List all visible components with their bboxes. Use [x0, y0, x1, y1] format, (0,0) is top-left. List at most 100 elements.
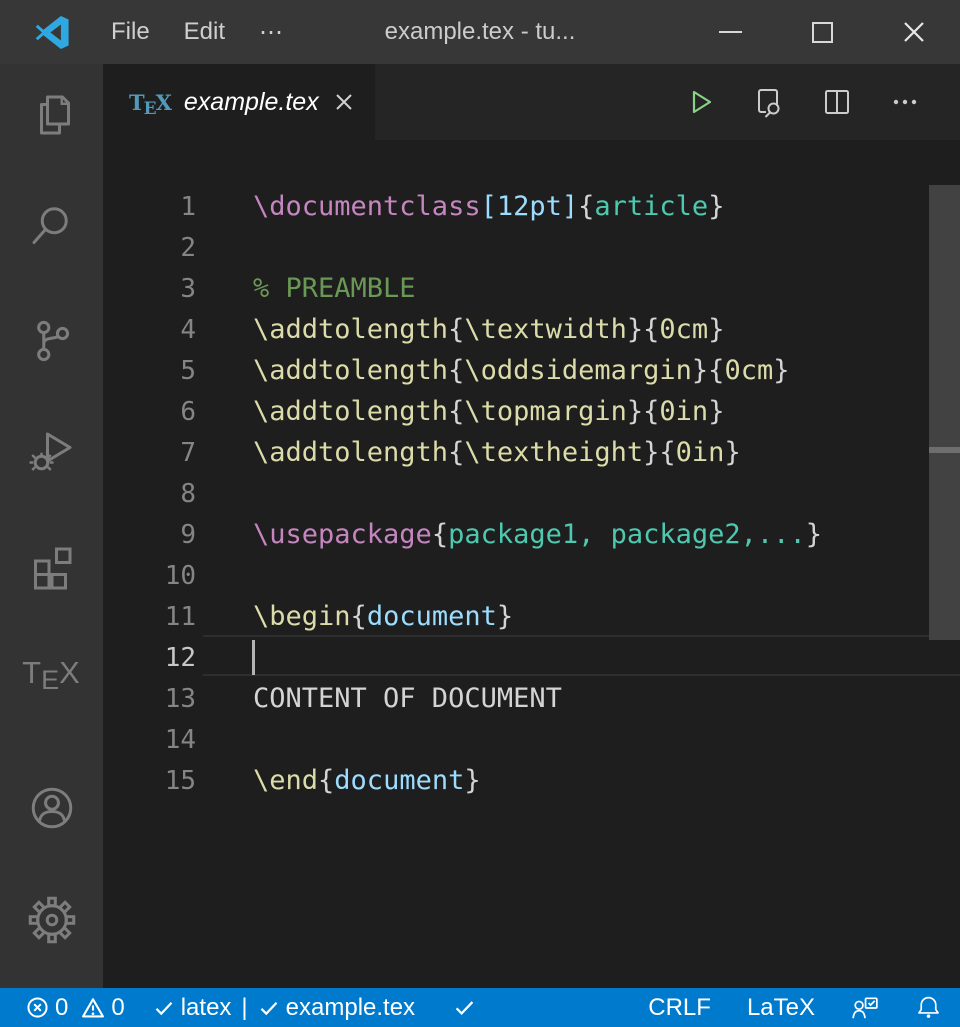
code-line[interactable]: 4\addtolength{\textwidth}{0cm}: [103, 309, 960, 350]
code-line[interactable]: 15\end{document}: [103, 760, 960, 801]
minimize-icon: [719, 31, 742, 33]
activity-bar: TEX: [0, 64, 103, 988]
line-code: \addtolength{\oddsidemargin}{0cm}: [196, 355, 789, 386]
code-line[interactable]: 6\addtolength{\topmargin}{0in}: [103, 391, 960, 432]
files-icon: [28, 91, 76, 139]
code-lines: 1\documentclass[12pt]{article}23% PREAMB…: [103, 186, 960, 801]
line-code: CONTENT OF DOCUMENT: [196, 683, 562, 714]
line-number: 2: [103, 233, 196, 263]
sidebar-item-run-debug[interactable]: [0, 424, 103, 480]
line-number: 8: [103, 479, 196, 509]
line-code: \end{document}: [196, 765, 481, 796]
search-icon: [28, 202, 76, 250]
sidebar-item-extensions[interactable]: [0, 539, 103, 595]
tex-file-icon: TEX: [129, 90, 172, 115]
sidebar-item-settings[interactable]: [0, 892, 103, 948]
line-number: 4: [103, 315, 196, 345]
gear-icon: [28, 896, 76, 944]
overview-ruler-cursor-marker: [929, 447, 960, 453]
tab-bar: TEX example.tex: [103, 64, 960, 140]
account-icon: [28, 784, 76, 832]
tab-example-tex[interactable]: TEX example.tex: [103, 64, 375, 140]
vertical-scrollbar[interactable]: [929, 185, 960, 640]
code-line[interactable]: 5\addtolength{\oddsidemargin}{0cm}: [103, 350, 960, 391]
vscode-logo-icon: [35, 15, 70, 50]
latex-build-status[interactable]: latex | example.tex: [153, 994, 415, 1022]
bell-icon[interactable]: [915, 994, 942, 1021]
check-icon: [153, 997, 175, 1019]
open-preview-icon[interactable]: [752, 86, 784, 118]
editor-actions: [685, 64, 960, 140]
tab-close-icon[interactable]: [333, 91, 355, 113]
check-icon: [258, 997, 280, 1019]
code-line[interactable]: 1\documentclass[12pt]{article}: [103, 186, 960, 227]
code-line[interactable]: 3% PREAMBLE: [103, 268, 960, 309]
code-line[interactable]: 11\begin{document}: [103, 596, 960, 637]
line-number: 13: [103, 684, 196, 714]
lint-status[interactable]: [453, 996, 476, 1019]
run-build-icon[interactable]: [685, 87, 715, 117]
warnings-icon: [81, 996, 105, 1020]
line-number: 3: [103, 274, 196, 304]
status-left: 0 0 latex |: [0, 994, 476, 1022]
checked-file: example.tex: [286, 994, 415, 1022]
warning-count: 0: [111, 994, 124, 1022]
language-mode[interactable]: LaTeX: [747, 994, 815, 1022]
maximize-button[interactable]: [776, 0, 868, 64]
problems-indicator[interactable]: 0 0: [26, 994, 125, 1022]
feedback-icon[interactable]: [851, 994, 879, 1022]
line-number: 6: [103, 397, 196, 427]
errors-icon: [26, 996, 49, 1019]
code-line[interactable]: 7\addtolength{\textheight}{0in}: [103, 432, 960, 473]
error-count: 0: [55, 994, 68, 1022]
code-line[interactable]: 9\usepackage{package1, package2,...}: [103, 514, 960, 555]
more-actions-icon[interactable]: [890, 87, 920, 117]
editor[interactable]: 1\documentclass[12pt]{article}23% PREAMB…: [103, 140, 960, 988]
vscode-window: File Edit ⋯ example.tex - tu...: [0, 0, 960, 1027]
line-number: 12: [103, 643, 196, 673]
menu-edit[interactable]: Edit: [167, 18, 242, 47]
sidebar-item-account[interactable]: [0, 780, 103, 836]
code-line[interactable]: 12: [103, 637, 960, 678]
code-line[interactable]: 2: [103, 227, 960, 268]
eol-indicator[interactable]: CRLF: [648, 994, 711, 1022]
extensions-icon: [28, 543, 76, 591]
minimize-button[interactable]: [684, 0, 776, 64]
menu-overflow[interactable]: ⋯: [242, 18, 300, 47]
line-code: \documentclass[12pt]{article}: [196, 191, 724, 222]
window-title: example.tex - tu...: [385, 18, 576, 46]
debug-icon: [28, 428, 76, 476]
line-number: 11: [103, 602, 196, 632]
line-code: \addtolength{\textheight}{0in}: [196, 437, 741, 468]
status-right: CRLF LaTeX: [648, 994, 960, 1022]
split-editor-icon[interactable]: [821, 86, 853, 118]
sidebar-item-search[interactable]: [0, 198, 103, 254]
title-bar: File Edit ⋯ example.tex - tu...: [0, 0, 960, 64]
code-line[interactable]: 10: [103, 555, 960, 596]
code-line[interactable]: 8: [103, 473, 960, 514]
line-number: 9: [103, 520, 196, 550]
build-target: latex: [181, 994, 232, 1022]
line-code: % PREAMBLE: [196, 273, 416, 304]
line-code: \addtolength{\topmargin}{0in}: [196, 396, 724, 427]
line-number: 10: [103, 561, 196, 591]
tab-label: example.tex: [184, 88, 319, 117]
line-number: 1: [103, 192, 196, 222]
code-line[interactable]: 13CONTENT OF DOCUMENT: [103, 678, 960, 719]
sidebar-item-explorer[interactable]: [0, 87, 103, 143]
line-number: 15: [103, 766, 196, 796]
line-number: 5: [103, 356, 196, 386]
window-controls: [684, 0, 960, 64]
close-button[interactable]: [868, 0, 960, 64]
line-number: 7: [103, 438, 196, 468]
line-code: \begin{document}: [196, 601, 513, 632]
code-line[interactable]: 14: [103, 719, 960, 760]
check-icon: [453, 996, 476, 1019]
sidebar-item-source-control[interactable]: [0, 313, 103, 369]
git-branch-icon: [28, 317, 76, 365]
sidebar-item-latex-workshop[interactable]: TEX: [0, 645, 103, 701]
close-icon: [901, 19, 927, 45]
line-code: \usepackage{package1, package2,...}: [196, 519, 822, 550]
text-cursor: [252, 640, 255, 675]
menu-file[interactable]: File: [94, 18, 167, 47]
